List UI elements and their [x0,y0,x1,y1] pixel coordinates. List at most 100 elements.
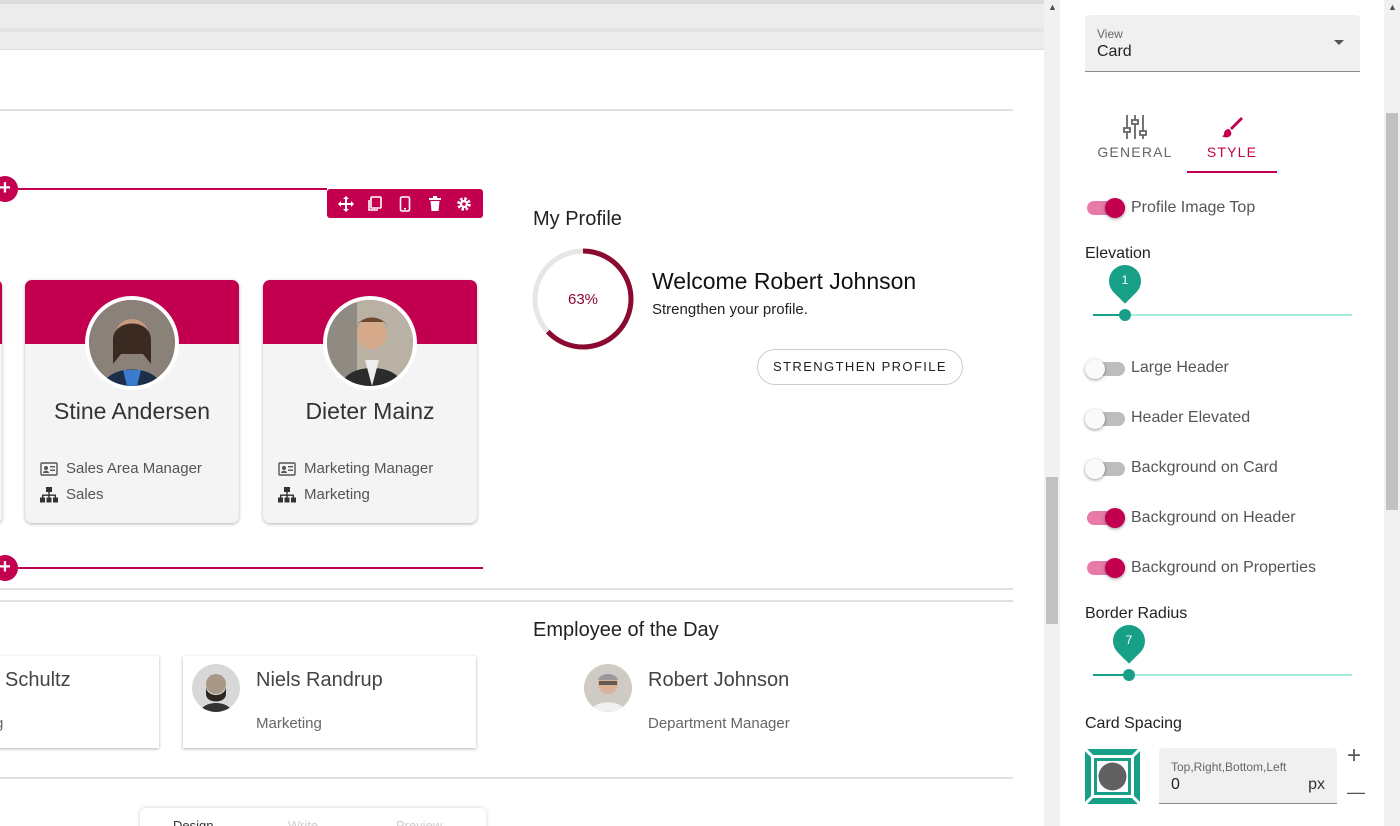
card-department: Sales [66,486,104,503]
toggle-background-on-card[interactable] [1085,459,1125,479]
tab-general-label: GENERAL [1097,144,1173,160]
id-card-icon [40,461,58,476]
add-section-bottom-button[interactable]: + [0,555,18,581]
avatar [584,664,632,712]
profile-percent: 63% [568,291,598,308]
elevation-slider-track[interactable] [1093,314,1352,316]
card-title: Marketing Manager [304,460,434,477]
top-strip-2 [0,28,1044,32]
border-radius-value: 7 [1125,633,1133,647]
avatar [323,296,417,390]
tab-style-label: STYLE [1206,144,1258,160]
org-chart-icon [40,486,58,502]
tab-style[interactable]: STYLE [1187,110,1277,173]
delete-icon[interactable] [425,194,445,214]
selection-top-line [0,188,327,190]
avatar [85,296,179,390]
card-department-row: Sales [40,486,104,503]
toggle-label: Header Elevated [1131,409,1251,426]
card-department: Marketing [304,486,370,503]
toggle-large-header[interactable] [1085,359,1125,379]
employee-list-item[interactable]: Schultz g [0,656,159,748]
elevation-label: Elevation [1085,245,1151,262]
panel-scrollbar[interactable]: ▲ [1384,0,1400,826]
toggle-profile-image-top[interactable] [1087,198,1125,218]
divider [0,777,1013,779]
toggle-background-on-properties[interactable] [1087,558,1125,578]
card-title-row: Sales Area Manager [40,460,202,477]
org-chart-icon [278,486,296,502]
increment-button[interactable]: + [1347,744,1361,768]
chevron-down-icon [1334,40,1344,45]
employee-list-item[interactable]: Niels Randrup Marketing [183,656,476,748]
view-select-label: View [1097,27,1123,41]
brush-icon [1222,117,1243,138]
scrollbar-thumb[interactable] [1046,477,1058,624]
scrollbar-thumb[interactable] [1386,113,1398,510]
gear-icon[interactable] [454,194,474,214]
decrement-button[interactable]: — [1347,782,1365,802]
toggle-background-on-header[interactable] [1087,508,1125,528]
top-strip [0,0,1044,4]
selection-bottom-line [0,567,483,569]
view-select[interactable]: View Card [1085,15,1360,72]
partial-card [0,280,2,523]
tab-general[interactable]: GENERAL [1090,110,1180,173]
toggle-label: Background on Card [1131,459,1278,476]
elevation-slider-thumb[interactable] [1119,309,1131,321]
employee-of-day-name: Robert Johnson [648,669,790,691]
view-select-value: Card [1097,43,1132,60]
toggle-label: Large Header [1131,359,1229,376]
copy-icon[interactable] [365,194,385,214]
toggle-label: Profile Image Top [1131,199,1256,216]
scroll-up-arrow-icon[interactable]: ▲ [1388,2,1397,12]
canvas-top-bar [0,0,1044,50]
move-icon[interactable] [336,194,356,214]
tab-preview[interactable]: Preview [396,818,442,826]
avatar [192,664,240,712]
spacing-box-icon[interactable] [1083,747,1142,806]
profile-progress-ring: 63% [532,248,634,350]
card-spacing-input[interactable]: Top,Right,Bottom,Left 0 px [1159,748,1337,804]
card-spacing-value: 0 [1171,776,1180,793]
employee-of-day-department: Department Manager [648,715,790,732]
employee-of-day-title: Employee of the Day [533,619,719,641]
card-spacing-unit: px [1308,776,1325,793]
toggle-label: Background on Properties [1131,559,1316,576]
elevation-value: 1 [1121,273,1129,287]
tab-write[interactable]: Write [288,818,318,826]
employee-department: g [0,715,3,732]
divider [0,588,1013,590]
border-radius-label: Border Radius [1085,605,1188,622]
canvas-scrollbar[interactable]: ▲ [1044,0,1060,826]
employee-card[interactable]: Stine Andersen Sales Area Manager Sales [25,280,239,523]
profile-title: My Profile [533,208,622,230]
border-radius-slider-thumb[interactable] [1123,669,1135,681]
mobile-icon[interactable] [395,194,415,214]
card-spacing-field-label: Top,Right,Bottom,Left [1171,760,1287,774]
employee-department: Marketing [256,715,322,732]
welcome-text: Welcome Robert Johnson [652,268,917,294]
sliders-icon [1123,115,1147,139]
card-title: Sales Area Manager [66,460,202,477]
strengthen-profile-button[interactable]: STRENGTHEN PROFILE [757,349,963,385]
editor-mode-tabs: Design Write Preview [140,808,486,826]
toggle-label: Background on Header [1131,509,1296,526]
divider [0,600,1013,602]
employee-name: Schultz [5,669,71,691]
card-title-row: Marketing Manager [278,460,433,477]
card-spacing-label: Card Spacing [1085,715,1182,732]
employee-card[interactable]: Dieter Mainz Marketing Manager Marketing [263,280,477,523]
divider [0,109,1013,111]
widget-toolbar [327,189,483,218]
card-name: Stine Andersen [53,398,210,424]
card-name: Dieter Mainz [305,398,435,424]
id-card-icon [278,461,296,476]
card-department-row: Marketing [278,486,370,503]
strengthen-subtitle: Strengthen your profile. [652,301,808,318]
tab-design[interactable]: Design [173,818,213,826]
scroll-up-arrow-icon[interactable]: ▲ [1048,2,1057,12]
toggle-header-elevated[interactable] [1085,409,1125,429]
add-section-top-button[interactable]: + [0,176,18,202]
employee-name: Niels Randrup [256,669,383,691]
